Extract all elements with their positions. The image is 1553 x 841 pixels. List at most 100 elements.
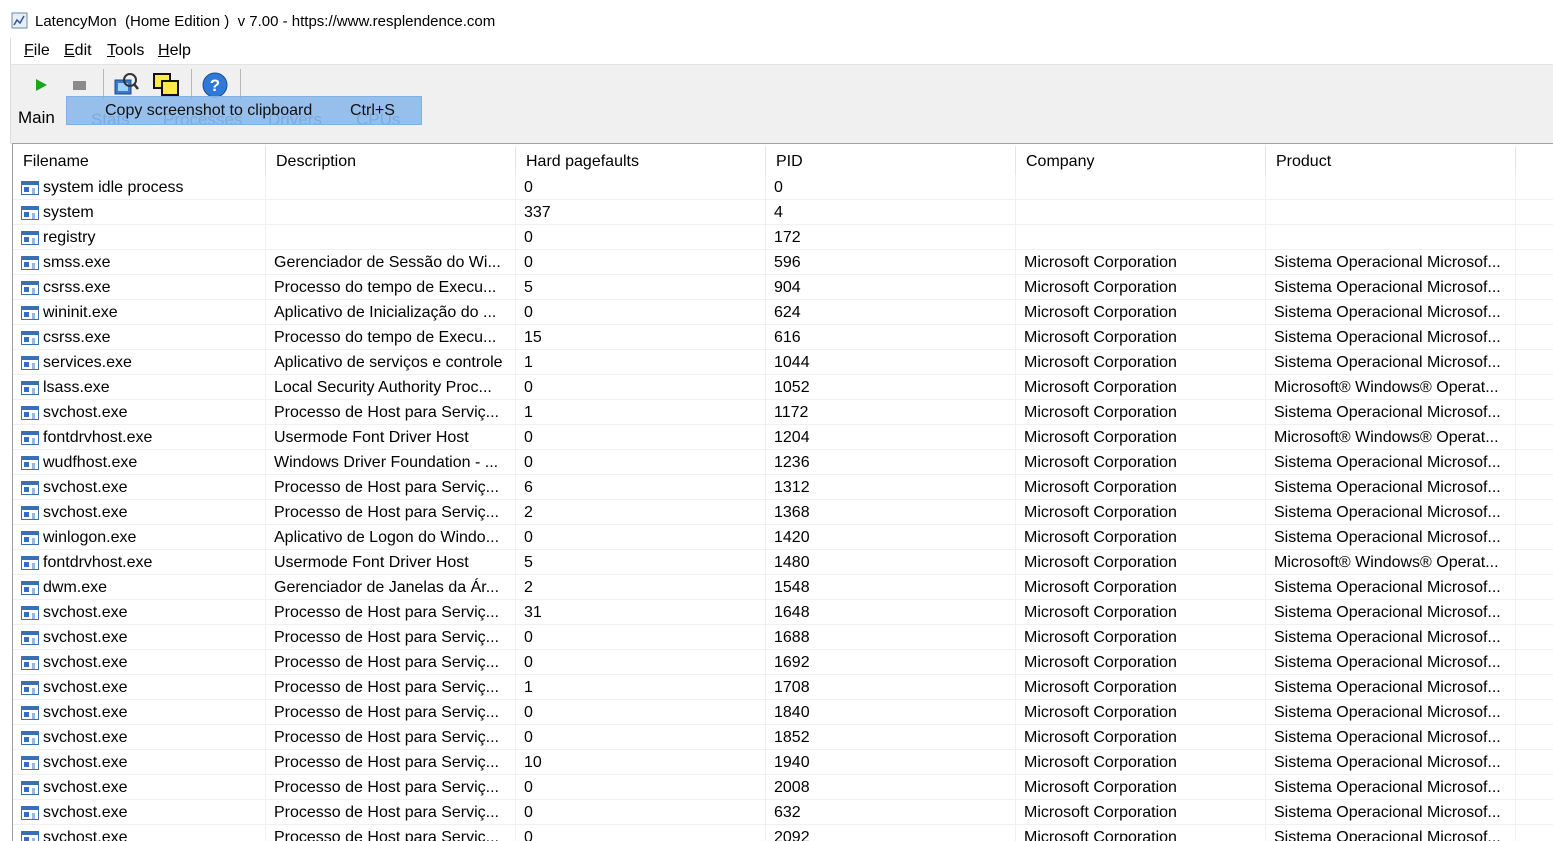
cell-product: Sistema Operacional Microsof...: [1266, 400, 1516, 425]
cell-hard-pagefaults: 1: [516, 675, 766, 700]
stop-icon: [73, 81, 86, 90]
tab-main[interactable]: Main: [18, 108, 55, 128]
table-row[interactable]: system 337 4: [13, 200, 1553, 225]
table-row[interactable]: svchost.exe Processo de Host para Serviç.…: [13, 500, 1553, 525]
cell-filename: svchost.exe: [13, 400, 266, 425]
stop-monitor-button[interactable]: [65, 71, 93, 99]
cell-description: Processo de Host para Serviç...: [266, 775, 516, 800]
table-row[interactable]: svchost.exe Processo de Host para Serviç.…: [13, 750, 1553, 775]
cell-hard-pagefaults: 0: [516, 625, 766, 650]
cell-description: Gerenciador de Janelas da Ár...: [266, 575, 516, 600]
table-row[interactable]: svchost.exe Processo de Host para Serviç.…: [13, 675, 1553, 700]
start-monitor-button[interactable]: [27, 71, 55, 99]
cell-pid: 1480: [766, 550, 1016, 575]
cell-description: Processo de Host para Serviç...: [266, 700, 516, 725]
cell-hard-pagefaults: 337: [516, 200, 766, 225]
table-row[interactable]: lsass.exe Local Security Authority Proc..…: [13, 375, 1553, 400]
table-row[interactable]: registry 0 172: [13, 225, 1553, 250]
table-row[interactable]: services.exe Aplicativo de serviços e con…: [13, 350, 1553, 375]
cell-product: Sistema Operacional Microsof...: [1266, 600, 1516, 625]
cell-description: Processo de Host para Serviç...: [266, 675, 516, 700]
cpu-analyze-button[interactable]: [112, 71, 140, 99]
cell-pid: 1312: [766, 475, 1016, 500]
cell-filename: svchost.exe: [13, 725, 266, 750]
cell-company: [1016, 200, 1266, 225]
menu-file[interactable]: File: [24, 42, 50, 60]
cell-description: Usermode Font Driver Host: [266, 425, 516, 450]
table-row[interactable]: svchost.exe Processo de Host para Serviç.…: [13, 825, 1553, 841]
cell-pid: 0: [766, 175, 1016, 200]
table-row[interactable]: fontdrvhost.exe Usermode Font Driver Host…: [13, 550, 1553, 575]
column-header-description[interactable]: Description: [266, 146, 516, 177]
column-header-company[interactable]: Company: [1016, 146, 1266, 177]
column-header-hard-pagefaults[interactable]: Hard pagefaults: [516, 146, 766, 177]
cell-company: Microsoft Corporation: [1016, 450, 1266, 475]
cell-pid: 1852: [766, 725, 1016, 750]
cell-product: Sistema Operacional Microsof...: [1266, 325, 1516, 350]
cell-pid: 904: [766, 275, 1016, 300]
cell-description: [266, 200, 516, 225]
cell-filename: svchost.exe: [13, 675, 266, 700]
cell-filename: svchost.exe: [13, 825, 266, 841]
help-button[interactable]: ?: [201, 71, 229, 99]
table-row[interactable]: smss.exe Gerenciador de Sessão do Wi... 0 5…: [13, 250, 1553, 275]
cell-product: Sistema Operacional Microsof...: [1266, 725, 1516, 750]
cell-product: Sistema Operacional Microsof...: [1266, 475, 1516, 500]
cell-company: Microsoft Corporation: [1016, 425, 1266, 450]
table-row[interactable]: svchost.exe Processo de Host para Serviç.…: [13, 625, 1553, 650]
table-row[interactable]: winlogon.exe Aplicativo de Logon do Windo…: [13, 525, 1553, 550]
cell-pid: 1840: [766, 700, 1016, 725]
table-row[interactable]: csrss.exe Processo do tempo de Execu... 5 9…: [13, 275, 1553, 300]
cell-filename: lsass.exe: [13, 375, 266, 400]
cell-filename: system idle process: [13, 175, 266, 200]
table-row[interactable]: wudfhost.exe Windows Driver Foundation - …: [13, 450, 1553, 475]
table-row[interactable]: wininit.exe Aplicativo de Inicialização d…: [13, 300, 1553, 325]
cell-hard-pagefaults: 10: [516, 750, 766, 775]
table-row[interactable]: svchost.exe Processo de Host para Serviç.…: [13, 650, 1553, 675]
copy-screenshot-button[interactable]: [152, 71, 180, 99]
menu-help[interactable]: Help: [158, 42, 191, 60]
process-table[interactable]: Filename Description Hard pagefaults PID…: [12, 143, 1553, 841]
cell-description: Processo de Host para Serviç...: [266, 475, 516, 500]
table-row[interactable]: dwm.exe Gerenciador de Janelas da Ár... 2 1…: [13, 575, 1553, 600]
table-row[interactable]: svchost.exe Processo de Host para Serviç.…: [13, 775, 1553, 800]
cell-company: Microsoft Corporation: [1016, 250, 1266, 275]
copy-screenshot-menu-item[interactable]: Copy screenshot to clipboard Ctrl+S: [66, 96, 422, 125]
table-row[interactable]: svchost.exe Processo de Host para Serviç.…: [13, 600, 1553, 625]
menu-edit[interactable]: Edit: [64, 42, 92, 60]
column-header-filename[interactable]: Filename: [13, 146, 266, 177]
cell-pid: 4: [766, 200, 1016, 225]
play-icon: [36, 79, 47, 91]
table-row[interactable]: svchost.exe Processo de Host para Serviç.…: [13, 725, 1553, 750]
table-row[interactable]: system idle process 0 0: [13, 175, 1553, 200]
cell-filename: registry: [13, 225, 266, 250]
cell-filename: csrss.exe: [13, 275, 266, 300]
cell-company: Microsoft Corporation: [1016, 750, 1266, 775]
cell-description: Processo de Host para Serviç...: [266, 650, 516, 675]
cell-pid: 2008: [766, 775, 1016, 800]
column-header-product[interactable]: Product: [1266, 146, 1516, 177]
cell-hard-pagefaults: 2: [516, 500, 766, 525]
cell-pid: 1204: [766, 425, 1016, 450]
menu-tools[interactable]: Tools: [107, 42, 144, 60]
menu-item-shortcut: Ctrl+S: [350, 102, 395, 119]
cell-description: Processo do tempo de Execu...: [266, 275, 516, 300]
table-row[interactable]: csrss.exe Processo do tempo de Execu... 15…: [13, 325, 1553, 350]
table-row[interactable]: fontdrvhost.exe Usermode Font Driver Host…: [13, 425, 1553, 450]
cell-hard-pagefaults: 0: [516, 375, 766, 400]
cell-hard-pagefaults: 15: [516, 325, 766, 350]
cell-company: Microsoft Corporation: [1016, 700, 1266, 725]
cell-hard-pagefaults: 0: [516, 450, 766, 475]
cell-product: Sistema Operacional Microsof...: [1266, 300, 1516, 325]
column-header-pid[interactable]: PID: [766, 146, 1016, 177]
table-row[interactable]: svchost.exe Processo de Host para Serviç.…: [13, 700, 1553, 725]
cell-description: Aplicativo de Inicialização do ...: [266, 300, 516, 325]
table-row[interactable]: svchost.exe Processo de Host para Serviç.…: [13, 475, 1553, 500]
table-row[interactable]: svchost.exe Processo de Host para Serviç.…: [13, 400, 1553, 425]
cell-pid: 616: [766, 325, 1016, 350]
cell-company: Microsoft Corporation: [1016, 400, 1266, 425]
table-row[interactable]: svchost.exe Processo de Host para Serviç.…: [13, 800, 1553, 825]
cell-filename: svchost.exe: [13, 800, 266, 825]
cell-description: Processo de Host para Serviç...: [266, 625, 516, 650]
cell-company: Microsoft Corporation: [1016, 550, 1266, 575]
